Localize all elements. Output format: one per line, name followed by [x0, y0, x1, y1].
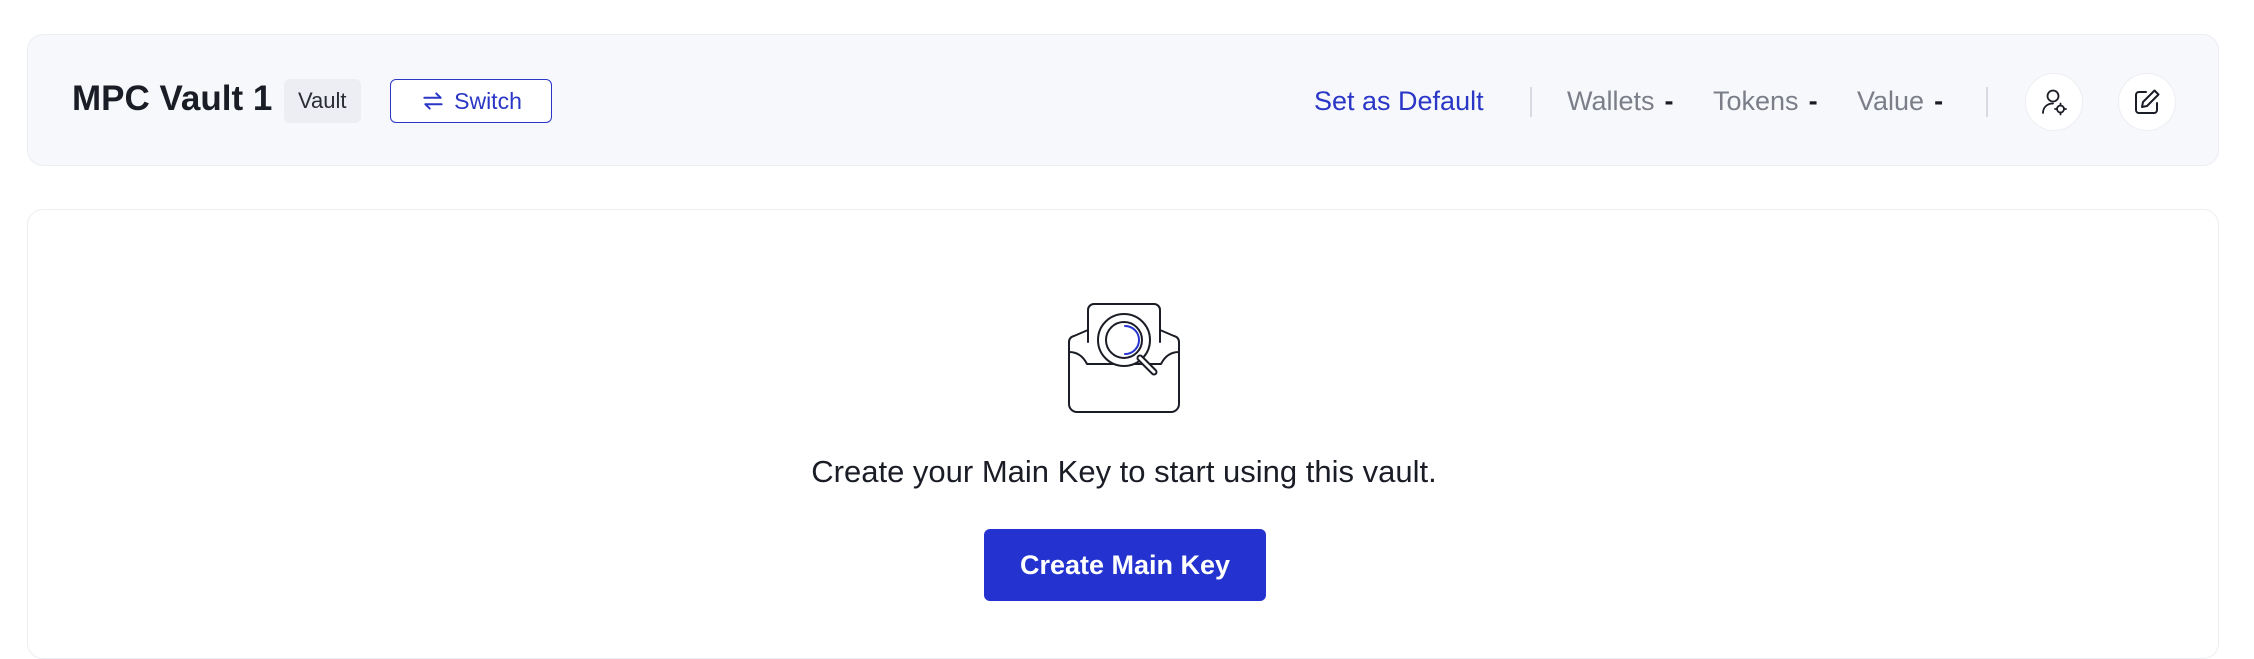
value-label: Value [1857, 86, 1925, 116]
create-main-key-button[interactable]: Create Main Key [984, 529, 1266, 601]
wallets-stat: Wallets - [1567, 79, 1674, 123]
edit-vault-button[interactable] [2118, 73, 2176, 131]
tokens-label: Tokens [1713, 86, 1799, 116]
user-key-icon [2042, 89, 2067, 116]
header-divider [1530, 87, 1532, 117]
inbox-search-illustration [1067, 303, 1181, 413]
empty-state-message: Create your Main Key to start using this… [811, 454, 1437, 489]
key-holders-button[interactable] [2025, 73, 2083, 131]
switch-label: Switch [454, 87, 522, 114]
edit-icon [2135, 89, 2160, 114]
tokens-value: - [1808, 86, 1818, 116]
value-value: - [1934, 86, 1944, 116]
vault-title: MPC Vault 1 [72, 79, 273, 118]
wallets-label: Wallets [1567, 86, 1655, 116]
switch-vault-button[interactable]: Switch [390, 79, 552, 123]
wallets-value: - [1664, 86, 1674, 116]
tokens-stat: Tokens - [1713, 79, 1818, 123]
vault-header: MPC Vault 1 Vault Switch Set as Default … [27, 34, 2219, 166]
empty-state-card: Create your Main Key to start using this… [27, 209, 2219, 659]
value-stat: Value - [1857, 79, 1943, 123]
set-as-default-link[interactable]: Set as Default [1314, 79, 1484, 123]
swap-arrows-icon [423, 92, 443, 110]
vault-type-badge: Vault [284, 79, 361, 123]
header-divider [1986, 87, 1988, 117]
